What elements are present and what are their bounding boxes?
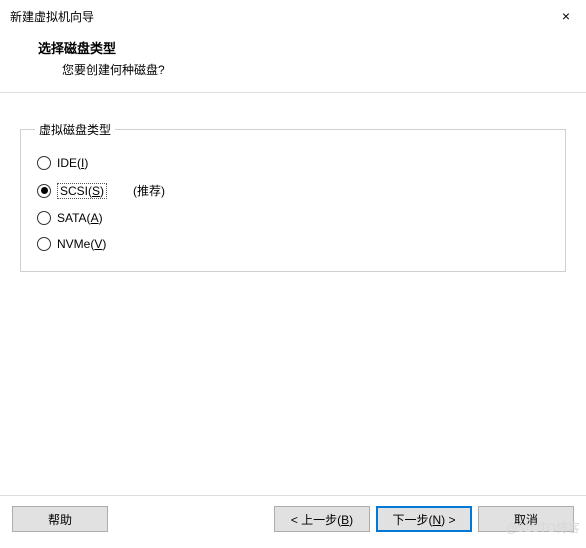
radio-sata[interactable] bbox=[37, 211, 51, 225]
next-button[interactable]: 下一步(N) > bbox=[376, 506, 472, 532]
disk-type-group: 虚拟磁盘类型 IDE(I) SCSI(S) (推荐) SATA(A) NVMe(… bbox=[20, 121, 566, 272]
radio-row-sata[interactable]: SATA(A) bbox=[37, 211, 551, 225]
radio-scsi[interactable] bbox=[37, 184, 51, 198]
close-icon[interactable]: × bbox=[556, 6, 576, 26]
label-text: ) bbox=[84, 156, 88, 170]
radio-ide[interactable] bbox=[37, 156, 51, 170]
label-text: < 上一步( bbox=[291, 513, 341, 527]
radio-label-sata[interactable]: SATA(A) bbox=[57, 211, 103, 225]
label-text: ) > bbox=[441, 513, 455, 527]
hotkey: B bbox=[341, 513, 349, 527]
label-text: SCSI( bbox=[60, 184, 92, 198]
radio-row-ide[interactable]: IDE(I) bbox=[37, 156, 551, 170]
radio-nvme[interactable] bbox=[37, 237, 51, 251]
window-title: 新建虚拟机向导 bbox=[10, 8, 94, 25]
back-button[interactable]: < 上一步(B) bbox=[274, 506, 370, 532]
radio-label-nvme[interactable]: NVMe(V) bbox=[57, 237, 106, 251]
recommended-label: (推荐) bbox=[133, 182, 165, 199]
hotkey: N bbox=[432, 513, 441, 527]
radio-row-nvme[interactable]: NVMe(V) bbox=[37, 237, 551, 251]
nav-button-group: < 上一步(B) 下一步(N) > 取消 bbox=[274, 506, 574, 532]
label-text: SATA( bbox=[57, 211, 91, 225]
wizard-header: 选择磁盘类型 您要创建何种磁盘? bbox=[0, 30, 586, 93]
help-button[interactable]: 帮助 bbox=[12, 506, 108, 532]
disk-type-legend: 虚拟磁盘类型 bbox=[35, 121, 115, 138]
label-text: 下一步( bbox=[392, 513, 432, 527]
label-text: ) bbox=[99, 211, 103, 225]
radio-row-scsi[interactable]: SCSI(S) (推荐) bbox=[37, 182, 551, 199]
label-text: NVMe( bbox=[57, 237, 94, 251]
label-text: ) bbox=[102, 237, 106, 251]
hotkey: S bbox=[92, 184, 100, 198]
hotkey: A bbox=[91, 211, 99, 225]
label-text: ) bbox=[100, 184, 104, 198]
cancel-button[interactable]: 取消 bbox=[478, 506, 574, 532]
page-subtitle: 您要创建何种磁盘? bbox=[62, 61, 566, 78]
page-title: 选择磁盘类型 bbox=[38, 38, 566, 57]
wizard-content: 虚拟磁盘类型 IDE(I) SCSI(S) (推荐) SATA(A) NVMe(… bbox=[0, 93, 586, 282]
radio-label-scsi[interactable]: SCSI(S) bbox=[57, 183, 107, 199]
radio-label-ide[interactable]: IDE(I) bbox=[57, 156, 88, 170]
label-text: IDE( bbox=[57, 156, 81, 170]
wizard-footer: 帮助 < 上一步(B) 下一步(N) > 取消 bbox=[0, 495, 586, 538]
title-bar: 新建虚拟机向导 × bbox=[0, 0, 586, 30]
label-text: ) bbox=[349, 513, 353, 527]
